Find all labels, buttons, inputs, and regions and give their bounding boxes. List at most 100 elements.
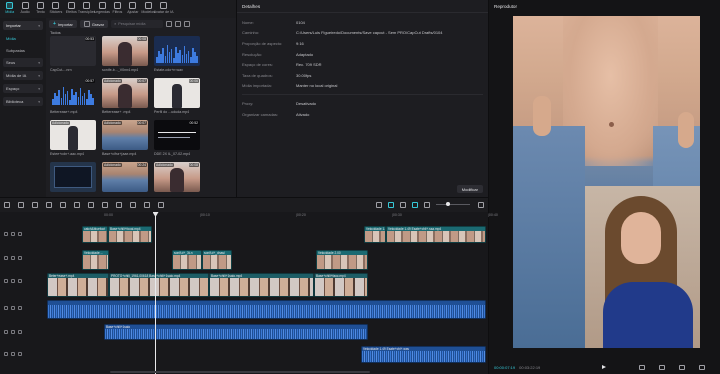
tool-tab-1[interactable]: Áudio [17, 2, 32, 18]
media-item[interactable]: Estate-cdo+rr.wav [154, 36, 202, 76]
sidebar-dropdown-3[interactable]: Biblioteca ▾ [3, 97, 43, 106]
media-item[interactable]: Adicionado 00:07 Betterease+ .mp4 [102, 78, 150, 118]
visibility-icon[interactable] [11, 330, 15, 334]
video-clip[interactable]: Velocidade 2.00 [316, 250, 368, 270]
media-item[interactable]: 00:57 Betterease+.mp4 [50, 78, 98, 118]
tool-tab-8[interactable]: Ajustar [125, 2, 140, 18]
mute-icon[interactable] [18, 232, 22, 236]
lock-icon[interactable] [4, 306, 8, 310]
reverse-icon[interactable] [130, 202, 136, 208]
quality-icon[interactable] [639, 364, 645, 370]
timeline-scrollbar[interactable] [110, 371, 370, 373]
crop-icon[interactable] [158, 202, 164, 208]
ratio-icon[interactable] [659, 364, 665, 370]
lock-icon[interactable] [4, 352, 8, 356]
visibility-icon[interactable] [11, 279, 15, 283]
zoom-slider[interactable] [436, 202, 470, 206]
visibility-icon[interactable] [11, 256, 15, 260]
fullscreen-icon[interactable] [679, 364, 685, 370]
mute-icon[interactable] [18, 352, 22, 356]
audio-clip[interactable]: Base+chili+1saio [104, 324, 368, 340]
video-clip[interactable]: PROTO+chili_1961.00618 Base+chili+1saio.… [109, 273, 209, 297]
sidebar-item-subfolders[interactable]: Subpastas [3, 46, 43, 55]
import-category[interactable]: Importar ▾ [3, 21, 43, 30]
visibility-icon[interactable] [11, 232, 15, 236]
tool-tab-10[interactable]: Avatar de IA [154, 2, 173, 18]
time-ruler[interactable]: 00:00 |00:10 |00:20 |00:30 |00:40 [47, 212, 498, 220]
redo-icon[interactable] [32, 202, 38, 208]
video-clip[interactable]: sonif.d+_dnasi [202, 250, 232, 270]
mirror-icon[interactable] [144, 202, 150, 208]
import-button[interactable]: + Importar [49, 20, 77, 28]
modify-button[interactable]: Modificar [456, 185, 483, 193]
lock-icon[interactable] [4, 279, 8, 283]
video-preview[interactable] [513, 16, 700, 348]
zoom-in-icon[interactable] [478, 202, 484, 208]
timeline[interactable]: 00:00 |00:10 |00:20 |00:30 |00:40 catch&blue… [0, 212, 498, 374]
media-item[interactable]: 00:08 sonife-b..._V0nn4.mp4 [102, 36, 150, 76]
media-item[interactable]: 00:53 CapCut-...nrn [50, 36, 98, 76]
filter-icon[interactable] [184, 21, 191, 27]
tool-tab-4[interactable]: Efeitos [64, 2, 79, 18]
sidebar-dropdown-0[interactable]: Seus ▾ [3, 58, 43, 67]
media-item[interactable]: Adicionado 00:08 [154, 162, 202, 202]
video-clip[interactable]: Base+chili+fooai.mp4 [108, 226, 152, 243]
split-right-icon[interactable] [74, 202, 80, 208]
visibility-icon[interactable] [11, 352, 15, 356]
play-icon[interactable] [602, 365, 606, 369]
grid-view-icon[interactable] [166, 21, 173, 27]
tool-tab-3[interactable]: Stickers [48, 2, 63, 18]
record-button[interactable]: Gravar [79, 20, 109, 28]
tool-tab-7[interactable]: Filtros [110, 2, 125, 18]
delete-icon[interactable] [88, 202, 94, 208]
split-icon[interactable] [46, 202, 52, 208]
video-clip[interactable]: Velocidade ... [82, 250, 109, 270]
audio-clip[interactable] [47, 300, 486, 319]
undo-icon[interactable] [18, 202, 24, 208]
audio-clip[interactable]: Velocidade 1.49 Esate+chl+.wav [361, 346, 486, 363]
sidebar-dropdown-1[interactable]: Mídia de IA ▾ [3, 71, 43, 80]
media-item[interactable]: Adicionado 00:24 [102, 162, 150, 202]
picture-in-picture-overlay[interactable] [585, 186, 700, 348]
preview-axis-icon[interactable] [412, 202, 418, 208]
tool-tab-6[interactable]: Legendas [94, 2, 110, 18]
mute-icon[interactable] [18, 256, 22, 260]
mic-icon[interactable] [376, 202, 382, 208]
marker-icon[interactable] [102, 202, 108, 208]
tool-tab-5[interactable]: Transições [78, 2, 95, 18]
sidebar-item-media[interactable]: Mídia [3, 34, 43, 43]
expand-icon[interactable] [699, 364, 705, 370]
mute-icon[interactable] [18, 279, 22, 283]
video-clip[interactable]: Base+chili+1saio.mp4 [209, 273, 314, 297]
snap-icon[interactable] [400, 202, 406, 208]
sort-icon[interactable] [175, 21, 182, 27]
media-item[interactable]: 00:52 DDE 2X IL_07-02.mp4 [154, 120, 202, 160]
media-item[interactable] [50, 162, 98, 202]
media-item[interactable]: Adicionado 00:07 Base+cifra+(aae.mp4 [102, 120, 150, 160]
freeze-icon[interactable] [116, 202, 122, 208]
zoom-slider-handle[interactable] [446, 202, 450, 206]
link-icon[interactable] [388, 202, 394, 208]
video-clip[interactable]: Beter+ease+.mp4 [47, 273, 109, 297]
visibility-icon[interactable] [11, 306, 15, 310]
video-clip[interactable]: Base+chili+faoc.mp4 [314, 273, 368, 297]
tool-tab-2[interactable]: Texto [33, 2, 48, 18]
video-clip[interactable]: catch&bluefoot [82, 226, 108, 243]
split-left-icon[interactable] [60, 202, 66, 208]
mute-icon[interactable] [18, 306, 22, 310]
tool-tab-0[interactable]: Mídia [2, 2, 17, 18]
mute-icon[interactable] [18, 330, 22, 334]
search-input[interactable]: ⌕ Pesquisar mídia [111, 20, 164, 28]
media-item[interactable]: Adicionado Estee+cdn+.aac.mp4 [50, 120, 98, 160]
zoom-out-icon[interactable] [424, 202, 430, 208]
video-clip[interactable]: sonif.d+_3t-n [172, 250, 202, 270]
video-clip[interactable]: Velocidade 1.49 [364, 226, 386, 243]
sidebar-dropdown-2[interactable]: Espaço ▾ [3, 84, 43, 93]
lock-icon[interactable] [4, 256, 8, 260]
lock-icon[interactable] [4, 232, 8, 236]
playhead[interactable] [155, 212, 156, 374]
video-clip[interactable]: Velocidade 1.49 Esate+chil+.ssa.mp4 [386, 226, 486, 243]
select-tool-icon[interactable] [4, 202, 10, 208]
lock-icon[interactable] [4, 330, 8, 334]
media-item[interactable]: 00:06 Perfil do ...ududa.mp4 [154, 78, 202, 118]
